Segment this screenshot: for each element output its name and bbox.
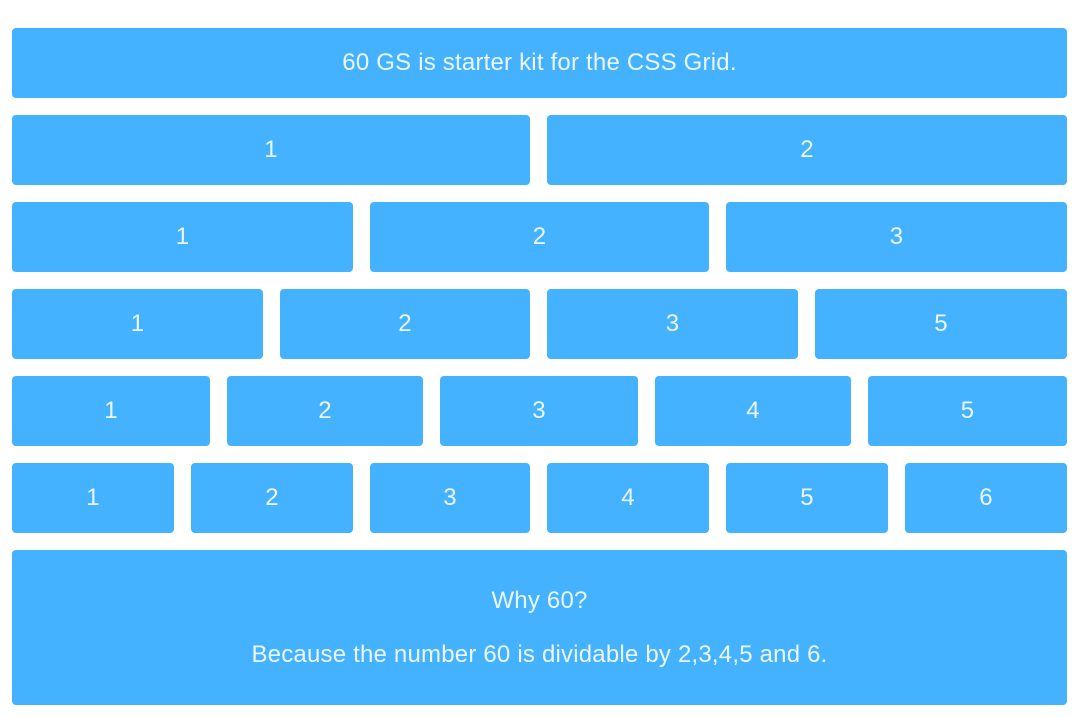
row2-cell-2: 2 [547,115,1067,185]
row5-cell-2: 2 [227,376,423,446]
footer-panel: Why 60? Because the number 60 is dividab… [12,550,1067,705]
footer-question: Why 60? [491,586,588,614]
footer-answer: Because the number 60 is dividable by 2,… [251,640,828,668]
header-banner: 60 GS is starter kit for the CSS Grid. [12,28,1067,98]
row6-cell-5: 5 [726,463,888,533]
row2-cell-1: 1 [12,115,530,185]
row4-cell-2: 2 [280,289,530,359]
row6-cell-1: 1 [12,463,174,533]
grid-demo: 60 GS is starter kit for the CSS Grid. 1… [0,0,1072,717]
row3-cell-2: 2 [370,202,709,272]
row4-cell-3: 3 [547,289,798,359]
row4-cell-4: 5 [815,289,1067,359]
row5-cell-3: 3 [440,376,638,446]
row5-cell-5: 5 [868,376,1067,446]
row5-cell-4: 4 [655,376,851,446]
row3-cell-1: 1 [12,202,353,272]
row3-cell-3: 3 [726,202,1067,272]
row6-cell-3: 3 [370,463,530,533]
row6-cell-2: 2 [191,463,353,533]
row6-cell-4: 4 [547,463,709,533]
row4-cell-1: 1 [12,289,263,359]
row6-cell-6: 6 [905,463,1067,533]
row5-cell-1: 1 [12,376,210,446]
